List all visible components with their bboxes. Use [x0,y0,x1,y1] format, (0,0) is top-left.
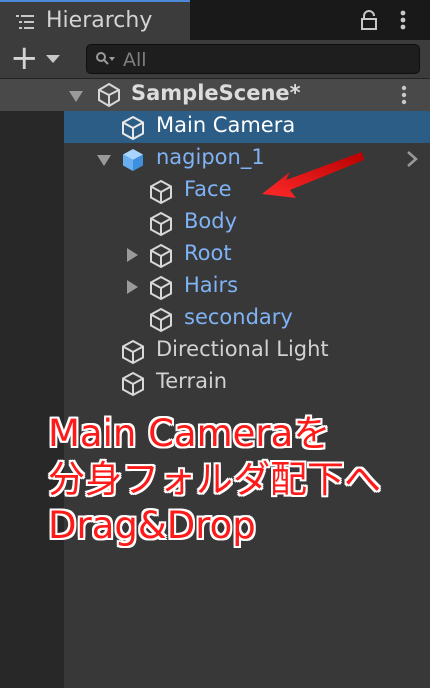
gameobject-cube-icon [150,307,172,333]
foldout-collapsed-icon[interactable] [124,247,140,263]
tree-item-label: Hairs [184,273,239,297]
tab-hierarchy[interactable]: Hierarchy [0,0,190,40]
gameobject-cube-icon [150,211,172,237]
tab-title: Hierarchy [46,8,153,33]
tree-item-label: Directional Light [156,337,329,361]
tree-item-label: Root [184,241,232,265]
annotation-line-2: 分身フォルダ配下へ [48,458,381,501]
chevron-right-icon[interactable] [404,149,420,169]
search-input[interactable] [121,46,415,74]
prefab-cube-icon [123,149,143,171]
tree-item-label: Terrain [156,369,228,393]
search-field[interactable] [86,44,420,74]
tree-item-label: Face [184,177,232,201]
tree-item-label: Body [184,209,238,233]
tree-item-label: Main Camera [156,113,296,137]
lock-icon[interactable] [360,10,378,30]
gameobject-cube-icon [122,115,144,141]
tree-gutter [0,79,64,688]
tree-item-terrain[interactable]: Terrain [64,367,430,399]
gameobject-cube-icon [122,371,144,397]
hierarchy-toolbar: + [0,38,430,79]
foldout-expanded-icon[interactable] [96,152,112,168]
annotation-line-1: Main Cameraを [48,412,331,455]
tree-item-label: nagipon_1 [156,145,265,169]
tree-item-nagipon-1[interactable]: nagipon_1 [64,143,430,175]
foldout-collapsed-icon[interactable] [124,279,140,295]
dropdown-arrow-icon [46,55,60,63]
tree-item-secondary[interactable]: secondary [64,303,430,335]
annotation-line-3: Drag&Drop [48,504,256,547]
unity-scene-icon [98,82,120,108]
search-icon [96,52,115,65]
create-button[interactable]: + [10,38,66,78]
tree-item-main-camera[interactable]: Main Camera [64,111,430,143]
tree-item-face[interactable]: Face [64,175,430,207]
more-options-icon[interactable] [398,8,408,32]
tree-item-body[interactable]: Body [64,207,430,239]
tree-item-label: secondary [184,305,293,329]
gameobject-cube-icon [122,339,144,365]
tree-item-directional-light[interactable]: Directional Light [64,335,430,367]
scene-more-icon[interactable] [399,84,409,106]
tree-item-root[interactable]: Root [64,239,430,271]
plus-icon: + [10,38,39,78]
hierarchy-list-icon [16,15,34,29]
foldout-expanded-icon[interactable] [68,88,84,104]
tree-item-hairs[interactable]: Hairs [64,271,430,303]
scene-header-row[interactable]: SampleScene* [0,79,430,111]
gameobject-cube-icon [150,275,172,301]
scene-name: SampleScene* [131,81,301,105]
gameobject-cube-icon [150,243,172,269]
gameobject-cube-icon [150,179,172,205]
annotation-arrow-icon [262,152,364,198]
tab-bar: Hierarchy [0,0,430,40]
